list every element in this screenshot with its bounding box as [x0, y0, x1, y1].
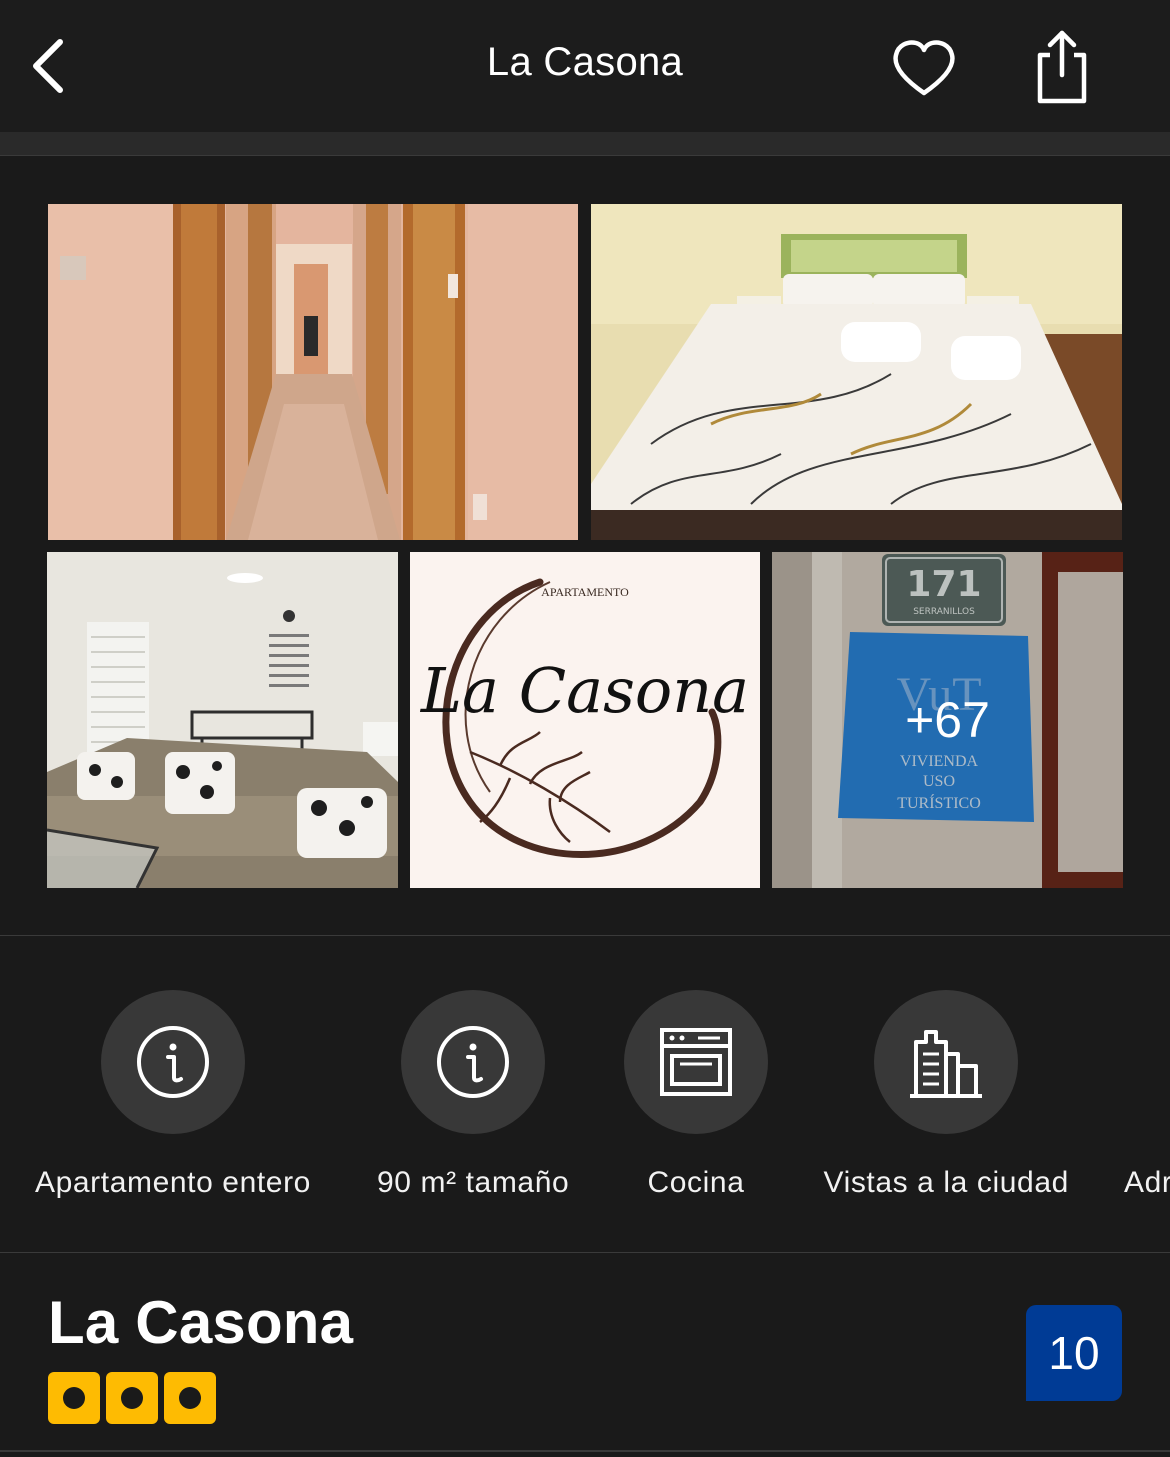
share-icon: [1037, 30, 1087, 104]
logo-text: La Casona: [420, 654, 749, 727]
facilities-carousel[interactable]: Apartamento entero 90 m² tamaño Cocina V…: [0, 937, 1170, 1253]
rating-dot-icon: [106, 1372, 158, 1424]
rating-dot-icon: [48, 1372, 100, 1424]
facility-label: 90 m² tamaño: [377, 1166, 570, 1199]
sign-photo[interactable]: 171 SERRANILLOS VuT VIVIENDA USO TURÍSTI…: [772, 552, 1123, 888]
bedroom-photo[interactable]: [591, 204, 1122, 540]
facility-label: Apartamento entero: [35, 1166, 311, 1199]
page-title: La Casona: [486, 40, 684, 84]
divider: [0, 1450, 1170, 1452]
share-button[interactable]: [1026, 26, 1098, 108]
review-score-badge[interactable]: 10: [1026, 1305, 1122, 1401]
facility-label: Cocina: [647, 1166, 745, 1199]
more-photos-count[interactable]: +67: [772, 552, 1123, 888]
photo-gallery: APARTAMENTO La Casona 171 SERRANILLOS Vu…: [0, 156, 1170, 936]
living-room-photo[interactable]: [47, 552, 398, 888]
oven-icon: [660, 1028, 732, 1096]
property-name: La Casona: [48, 1289, 354, 1356]
rating-dots: [48, 1372, 216, 1424]
facility-icon-circle: [101, 990, 245, 1134]
facility-item-size[interactable]: 90 m² tamaño: [377, 990, 569, 1199]
facility-icon-circle: [874, 990, 1018, 1134]
rating-dot-icon: [164, 1372, 216, 1424]
logo-photo[interactable]: APARTAMENTO La Casona: [410, 552, 760, 888]
city-buildings-icon: [910, 1030, 982, 1098]
facility-icon-circle: [401, 990, 545, 1134]
info-icon: [437, 1026, 509, 1098]
heart-outline-icon: [893, 40, 955, 96]
facility-icon-circle: [624, 990, 768, 1134]
facility-item-city-view[interactable]: Vistas a la ciudad: [824, 990, 1068, 1199]
facility-label: Vistas a la ciudad: [823, 1166, 1069, 1199]
logo-small-text: APARTAMENTO: [541, 585, 629, 599]
facility-item-kitchen[interactable]: Cocina: [624, 990, 768, 1199]
facility-label: Adr: [1124, 1166, 1170, 1199]
property-header: La Casona 10: [0, 1254, 1170, 1457]
facility-item-apartment[interactable]: Apartamento entero: [35, 990, 310, 1199]
favorite-button[interactable]: [888, 32, 960, 104]
info-icon: [137, 1026, 209, 1098]
navigation-bar: La Casona: [0, 0, 1170, 132]
hallway-photo[interactable]: [48, 204, 578, 540]
divider-strip: [0, 132, 1170, 156]
